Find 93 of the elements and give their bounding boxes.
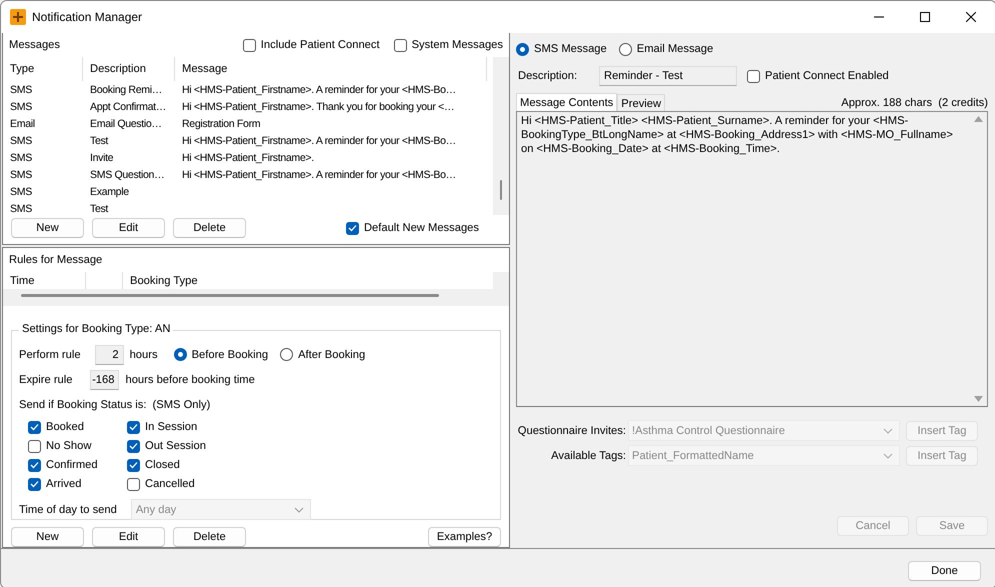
delete-button[interactable]: Delete	[173, 527, 246, 547]
radio-label: Email Message	[636, 43, 714, 55]
checkbox-label: Closed	[145, 459, 180, 471]
checkbox-label: Patient Connect Enabled	[765, 70, 889, 82]
table-cell-text: Email	[9, 118, 36, 130]
table-cell-text: SMS	[9, 202, 33, 214]
radio-label: After Booking	[298, 348, 366, 360]
checkbox-label: Confirmed	[46, 459, 98, 471]
checkbox[interactable]	[127, 458, 140, 472]
hours-field[interactable]: -168	[90, 370, 120, 390]
tab[interactable]: Preview	[617, 94, 666, 112]
checkbox-label: Default New Messages	[364, 222, 479, 234]
table-cell-text: Email Questio…	[89, 118, 163, 130]
checkbox-label: Cancelled	[145, 478, 195, 490]
window-title: Notification Manager	[32, 10, 142, 24]
checkbox[interactable]	[28, 440, 41, 452]
checkbox-label: Out Session	[145, 440, 206, 452]
radio-button[interactable]	[280, 348, 294, 361]
checkbox-label: System Messages	[412, 39, 503, 51]
field-label: Questionnaire Invites:	[516, 424, 627, 436]
field-label: Time of day to send	[19, 504, 117, 516]
field-label: Available Tags:	[550, 450, 627, 462]
table-cell-text: SMS	[9, 84, 33, 96]
checkbox[interactable]	[127, 478, 140, 490]
table-cell-text: Booking Remi…	[89, 84, 163, 96]
radio-button[interactable]	[516, 42, 529, 56]
column-header[interactable]: Type	[3, 57, 83, 81]
radio-label: Before Booking	[192, 348, 268, 360]
field-label: Description:	[517, 70, 578, 82]
table-cell-text: Invite	[89, 152, 114, 164]
table-cell-text: SMS	[9, 152, 33, 164]
new-button[interactable]: New	[11, 527, 84, 547]
table-cell-text: SMS Question…	[89, 168, 166, 180]
unit-label: hours	[130, 348, 158, 360]
column-header[interactable]: Message	[175, 57, 487, 81]
field-label: Send if Booking Status is:	[19, 398, 146, 410]
field-label: Expire rule	[19, 374, 72, 386]
table-cell-text: Test	[89, 202, 110, 214]
column-header[interactable]: Time	[3, 272, 86, 290]
checkbox-label: No Show	[46, 440, 92, 452]
done-button[interactable]: Done	[908, 561, 981, 581]
note-label: (SMS Only)	[152, 398, 210, 410]
examples-button[interactable]: Examples?	[428, 527, 501, 547]
unit-label: hours before booking time	[125, 374, 255, 386]
chevron-down-icon[interactable]	[294, 506, 304, 512]
hours-field[interactable]: 2	[94, 344, 124, 364]
close-icon[interactable]	[966, 12, 976, 22]
tab[interactable]: Message Contents	[516, 93, 618, 112]
scrollbar[interactable]	[493, 57, 509, 215]
table-cell-text: SMS	[9, 100, 33, 112]
delete-button[interactable]: Delete	[173, 218, 246, 238]
table-cell-text: Registration Form	[181, 118, 262, 130]
group-title: Settings for Booking Type: AN	[19, 323, 174, 335]
checkbox-label: Booked	[46, 421, 84, 433]
table-cell-text: Test	[89, 134, 110, 146]
edit-button[interactable]: Edit	[92, 527, 165, 547]
checkbox-label: Arrived	[46, 478, 82, 490]
radio-button[interactable]	[174, 348, 187, 361]
description-field[interactable]: Reminder - Test	[599, 66, 737, 86]
maximize-icon[interactable]	[920, 12, 930, 22]
column-header[interactable]: Description	[83, 57, 175, 81]
checkbox[interactable]	[127, 420, 140, 434]
field-label: Perform rule	[19, 348, 81, 360]
scrollbar[interactable]	[21, 294, 439, 298]
radio-label: SMS Message	[534, 43, 607, 55]
column-header[interactable]: Booking Type	[123, 272, 493, 290]
checkbox-label: Include Patient Connect	[260, 39, 380, 51]
table-cell-text: SMS	[9, 168, 33, 180]
checkbox[interactable]	[28, 420, 41, 434]
checkbox[interactable]	[28, 478, 41, 490]
table-cell-text: Hi <HMS-Patient_Firstname>. Thank you for booking your <…	[181, 100, 456, 112]
table-cell-text: SMS	[9, 134, 33, 146]
checkbox[interactable]	[747, 70, 760, 82]
new-button[interactable]: New	[11, 218, 84, 238]
char-count: Approx. 188 chars (2 credits)	[841, 96, 988, 108]
app-logo-icon	[10, 9, 26, 25]
section-title: Messages	[9, 39, 60, 51]
checkbox[interactable]	[127, 440, 140, 452]
radio-button[interactable]	[618, 42, 632, 56]
checkbox[interactable]	[28, 458, 41, 472]
table-cell-text: Example	[89, 186, 130, 198]
checkbox[interactable]	[394, 38, 407, 52]
table-cell-text: SMS	[9, 186, 33, 198]
checkbox-label: In Session	[145, 421, 198, 433]
table-cell-text: Appt Confirmat…	[89, 100, 167, 112]
table-cell-text: Hi <HMS-Patient_Firstname>.	[181, 152, 315, 164]
checkbox[interactable]	[346, 222, 359, 234]
table-cell-text: Hi <HMS-Patient_Firstname>. A reminder for your <HMS-Bo…	[181, 168, 457, 180]
table-cell-text: Hi <HMS-Patient_Firstname>. A reminder for your <HMS-Bo…	[181, 84, 457, 96]
edit-button[interactable]: Edit	[92, 218, 165, 238]
checkbox[interactable]	[242, 38, 256, 52]
table-cell-text: Hi <HMS-Patient_Firstname>. A reminder for your <HMS-Bo…	[181, 134, 457, 146]
section-title: Rules for Message	[9, 254, 102, 266]
